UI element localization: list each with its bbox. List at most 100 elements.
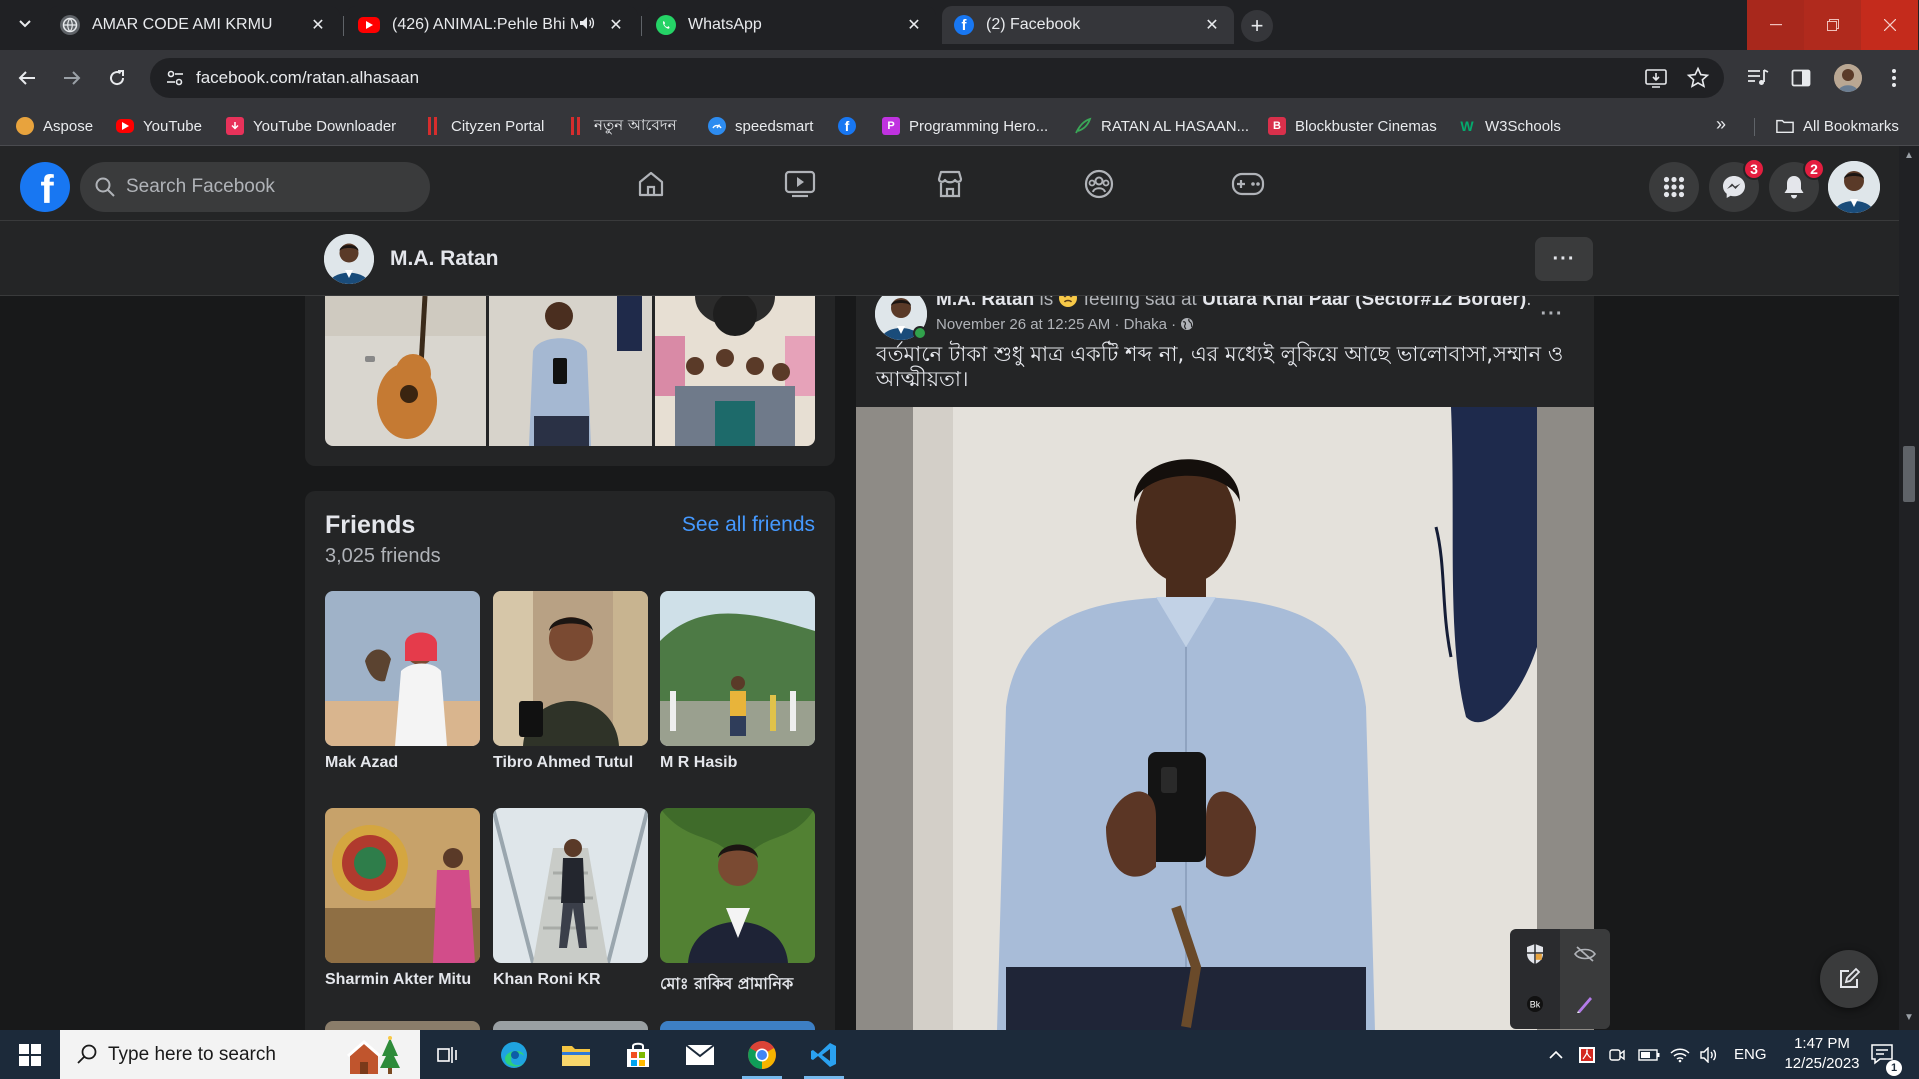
- taskbar-search-input[interactable]: Type here to search: [60, 1030, 420, 1079]
- eye-off-icon[interactable]: [1560, 929, 1610, 979]
- taskbar-store[interactable]: [610, 1030, 666, 1079]
- friend-photo[interactable]: [493, 808, 648, 963]
- scrollbar-thumb[interactable]: [1903, 446, 1915, 502]
- tab-close-button[interactable]: ✕: [308, 15, 328, 35]
- bookmark-ratan-al-hasaan[interactable]: RATAN AL HASAAN...: [1074, 114, 1249, 138]
- bookmark-aspose[interactable]: Aspose: [16, 114, 93, 138]
- menu-grid-button[interactable]: [1649, 162, 1699, 212]
- bookmark-youtube-downloader[interactable]: YouTube Downloader: [226, 114, 396, 138]
- new-message-button[interactable]: [1820, 950, 1878, 1008]
- photo-family-event[interactable]: [655, 296, 815, 446]
- meet-now-icon[interactable]: [1608, 1030, 1626, 1079]
- friend-photo[interactable]: [325, 1021, 480, 1030]
- messenger-button[interactable]: 3: [1709, 158, 1765, 212]
- scroll-down-arrow-icon[interactable]: ▼: [1903, 1012, 1915, 1024]
- tab-search-button[interactable]: [10, 9, 40, 39]
- tab-amar-code[interactable]: AMAR CODE AMI KRMU ✕: [48, 6, 340, 44]
- friend-name[interactable]: মোঃ রাকিব প্রামানিক: [660, 971, 815, 998]
- bookmark-programming-hero[interactable]: P Programming Hero...: [882, 114, 1048, 138]
- bookmark-w3schools[interactable]: W W3Schools: [1458, 114, 1560, 138]
- battery-icon[interactable]: [1638, 1030, 1660, 1079]
- tab-youtube-animal[interactable]: (426) ANIMAL:Pehle Bhi Ma ✕: [346, 6, 638, 44]
- back-button[interactable]: [11, 62, 43, 94]
- forward-button[interactable]: [56, 62, 88, 94]
- friend-card[interactable]: Khan Roni KR: [493, 808, 648, 989]
- profile-name[interactable]: M.A. Ratan: [390, 247, 499, 271]
- friend-photo[interactable]: [660, 808, 815, 963]
- input-language-indicator[interactable]: ENG: [1734, 1030, 1767, 1079]
- restore-button[interactable]: [1804, 0, 1861, 50]
- friend-name[interactable]: Tibro Ahmed Tutul: [493, 754, 648, 772]
- reload-button[interactable]: [101, 62, 133, 94]
- action-center-button[interactable]: 1: [1870, 1030, 1902, 1079]
- bookmark-blockbuster[interactable]: B Blockbuster Cinemas: [1268, 114, 1437, 138]
- post-place-link[interactable]: Uttara Khal Paar (Sector#12 Border): [1202, 296, 1526, 310]
- scroll-up-arrow-icon[interactable]: ▲: [1903, 150, 1915, 162]
- friend-card[interactable]: Mak Azad: [325, 591, 480, 772]
- bookmark-notun-abedon[interactable]: নতুন আবেদন: [567, 114, 677, 138]
- nav-gaming-tab[interactable]: [1218, 160, 1278, 208]
- bk-badge-icon[interactable]: Bk: [1510, 979, 1560, 1029]
- shield-icon[interactable]: [1510, 929, 1560, 979]
- friend-name[interactable]: Sharmin Akter Mitu: [325, 971, 480, 989]
- task-view-button[interactable]: [420, 1030, 476, 1079]
- friend-photo[interactable]: [493, 591, 648, 746]
- post-options-button[interactable]: ···: [1532, 296, 1572, 334]
- account-avatar[interactable]: [1828, 161, 1880, 213]
- friends-title[interactable]: Friends: [325, 511, 415, 540]
- friend-card[interactable]: মোঃ রাকিব প্রামানিক: [660, 808, 815, 998]
- minimize-button[interactable]: [1747, 0, 1804, 50]
- notifications-button[interactable]: 2: [1769, 158, 1825, 212]
- taskbar-chrome[interactable]: [734, 1030, 790, 1079]
- friend-name[interactable]: Mak Azad: [325, 754, 480, 772]
- pdf-tray-icon[interactable]: [1578, 1030, 1596, 1079]
- bookmark-facebook[interactable]: f: [838, 114, 856, 138]
- page-scrollbar[interactable]: ▲ ▼: [1899, 146, 1919, 1030]
- profile-more-button[interactable]: ···: [1535, 237, 1593, 281]
- tab-close-button[interactable]: ✕: [1202, 15, 1222, 35]
- wifi-icon[interactable]: [1670, 1030, 1690, 1079]
- taskbar-file-explorer[interactable]: [548, 1030, 604, 1079]
- tray-show-hidden-icon[interactable]: [1548, 1030, 1564, 1079]
- close-window-button[interactable]: [1861, 0, 1918, 50]
- tab-close-button[interactable]: ✕: [904, 15, 924, 35]
- side-panel-icon[interactable]: [1787, 64, 1815, 92]
- post-location[interactable]: Dhaka: [1124, 316, 1167, 333]
- post-author-name[interactable]: M.A. Ratan: [936, 296, 1034, 310]
- new-tab-button[interactable]: +: [1241, 10, 1273, 42]
- taskbar-edge[interactable]: [486, 1030, 542, 1079]
- friend-card[interactable]: M R Hasib: [660, 591, 815, 772]
- bookmark-cityzen-portal[interactable]: Cityzen Portal: [424, 114, 544, 138]
- profile-avatar[interactable]: [324, 234, 374, 284]
- friend-photo[interactable]: [660, 591, 815, 746]
- friend-name[interactable]: M R Hasib: [660, 754, 815, 772]
- bookmarks-overflow-button[interactable]: »: [1716, 114, 1726, 135]
- speaker-icon[interactable]: [578, 14, 598, 37]
- start-button[interactable]: [0, 1030, 60, 1079]
- friend-photo[interactable]: [660, 1021, 815, 1030]
- bookmark-star-icon[interactable]: [1686, 66, 1710, 90]
- taskbar-clock[interactable]: 1:47 PM 12/25/2023: [1782, 1034, 1862, 1074]
- pen-icon[interactable]: [1560, 979, 1610, 1029]
- friend-card[interactable]: Tibro Ahmed Tutul: [493, 591, 648, 772]
- facebook-search-input[interactable]: Search Facebook: [80, 162, 430, 212]
- bookmark-youtube[interactable]: YouTube: [116, 114, 202, 138]
- tab-facebook[interactable]: f (2) Facebook ✕: [942, 6, 1234, 44]
- friend-card[interactable]: Sharmin Akter Mitu: [325, 808, 480, 989]
- taskbar-mail[interactable]: [672, 1030, 728, 1079]
- taskbar-vscode[interactable]: [796, 1030, 852, 1079]
- volume-icon[interactable]: [1700, 1030, 1720, 1079]
- tab-close-button[interactable]: ✕: [606, 15, 626, 35]
- address-bar[interactable]: facebook.com/ratan.alhasaan: [150, 58, 1724, 98]
- post-date[interactable]: November 26 at 12:25 AM: [936, 316, 1110, 333]
- all-bookmarks-button[interactable]: All Bookmarks: [1776, 114, 1899, 138]
- see-all-friends-link[interactable]: See all friends: [682, 513, 815, 537]
- nav-marketplace-tab[interactable]: [920, 160, 980, 208]
- post-photo[interactable]: [856, 407, 1594, 1030]
- nav-video-tab[interactable]: [770, 160, 830, 208]
- site-info-icon[interactable]: [164, 67, 186, 89]
- friend-photo[interactable]: [325, 591, 480, 746]
- chrome-profile-avatar[interactable]: [1834, 64, 1862, 92]
- bookmark-speedsmart[interactable]: speedsmart: [708, 114, 813, 138]
- media-controls-icon[interactable]: [1744, 64, 1772, 92]
